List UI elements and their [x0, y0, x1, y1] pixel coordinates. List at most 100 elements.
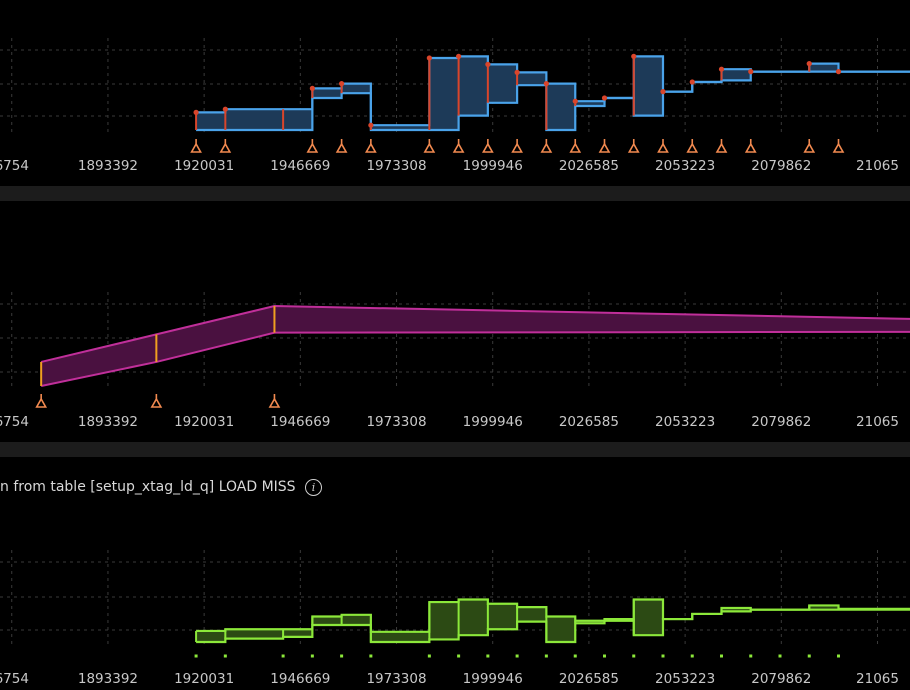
band-segment — [283, 109, 313, 130]
x-tick-label: 21065 — [856, 671, 899, 687]
band-segment — [633, 56, 663, 116]
x-tick-label: 1999946 — [463, 414, 523, 430]
event-marker-dot — [603, 654, 606, 658]
change-point-dot — [222, 106, 228, 112]
x-tick-label: 1946669 — [270, 671, 330, 687]
x-tick-label: 1893392 — [78, 671, 138, 687]
x-tick-label: 1973308 — [366, 158, 426, 174]
event-marker-icon — [744, 142, 757, 153]
x-tick-label: 1920031 — [174, 414, 234, 430]
x-tick-label: 1920031 — [174, 671, 234, 687]
event-marker-icon — [423, 142, 436, 153]
event-marker-dot — [340, 654, 344, 658]
band-segment — [487, 603, 518, 630]
change-point-dot — [572, 98, 578, 104]
band-segment — [633, 599, 663, 636]
event-marker-icon — [569, 142, 582, 153]
event-marker-icon — [686, 142, 699, 153]
change-point-dot — [748, 69, 754, 75]
change-point-dot — [718, 66, 725, 72]
event-marker-dot — [310, 654, 314, 658]
change-point-dot — [485, 61, 491, 67]
band-segment — [429, 58, 459, 130]
x-tick-label: 6754 — [0, 671, 29, 687]
event-marker-icon — [150, 397, 163, 408]
band-segment — [312, 616, 342, 625]
change-point-dot — [309, 85, 315, 91]
event-marker-dot — [515, 654, 519, 658]
event-marker-dot — [223, 654, 227, 658]
event-marker-icon — [540, 142, 553, 153]
timeline-charts: 6754 1893392 1920031 1946669 1973308 1999946 2… — [0, 38, 910, 687]
event-marker-icon — [598, 142, 611, 153]
event-marker-dot — [837, 654, 840, 658]
band-segment — [546, 616, 576, 642]
event-marker-dot — [573, 654, 577, 658]
x-tick-label: 1999946 — [463, 671, 523, 687]
x-tick-label: 1973308 — [366, 671, 426, 687]
event-marker-icon — [306, 142, 319, 153]
change-point-dot — [806, 61, 812, 67]
event-marker-icon — [268, 397, 281, 408]
x-tick-label: 2053223 — [655, 158, 715, 174]
band-segment — [312, 88, 342, 98]
band-segment — [517, 72, 547, 86]
x-tick-label: 1893392 — [78, 158, 138, 174]
x-tick-label: 6754 — [0, 414, 29, 430]
event-marker-dot — [632, 654, 636, 658]
event-marker-icon — [35, 397, 48, 408]
event-marker-dot — [690, 654, 694, 658]
x-tick-label: 2053223 — [655, 671, 715, 687]
event-marker-dot — [281, 654, 285, 658]
x-tick-label: 1946669 — [270, 414, 330, 430]
band-segment — [517, 607, 547, 622]
change-point-dot — [543, 81, 549, 87]
band-segment — [196, 112, 226, 130]
change-point-dot — [426, 55, 432, 61]
band-segment — [341, 83, 371, 94]
x-tick-label: 2079862 — [751, 158, 811, 174]
band-segment — [721, 69, 751, 81]
change-point-dot — [601, 95, 608, 101]
event-marker-icon — [219, 142, 232, 153]
change-point-dot — [514, 69, 520, 75]
band-segment — [196, 630, 226, 642]
x-tick-label: 1973308 — [366, 414, 426, 430]
event-marker-dot — [544, 654, 548, 658]
event-marker-dot — [807, 654, 811, 658]
event-marker-dot — [778, 654, 782, 658]
event-marker-icon — [832, 142, 845, 153]
x-tick-label: 1893392 — [78, 414, 138, 430]
event-marker-dot — [486, 654, 490, 658]
x-tick-label: 2026585 — [559, 671, 619, 687]
band-segment — [283, 629, 313, 637]
event-marker-icon — [715, 142, 728, 153]
event-marker-icon — [511, 142, 523, 153]
change-point-dot — [193, 109, 199, 115]
x-tick-label: 1920031 — [174, 158, 234, 174]
x-tick-label: 2026585 — [559, 158, 619, 174]
band-segment — [487, 64, 518, 103]
change-point-dot — [339, 81, 345, 87]
x-tick-label: 2053223 — [655, 414, 715, 430]
x-tick-label: 6754 — [0, 158, 29, 174]
band-segment — [458, 599, 488, 636]
event-marker-icon — [627, 142, 640, 153]
event-marker-icon — [190, 142, 202, 153]
event-marker-dot — [720, 654, 723, 658]
event-marker-dot — [369, 654, 373, 658]
x-tick-label: 2026585 — [559, 414, 619, 430]
event-marker-icon — [452, 142, 465, 153]
x-tick-label: 1999946 — [463, 158, 523, 174]
change-point-dot — [456, 53, 462, 60]
x-tick-label: 2079862 — [751, 671, 811, 687]
event-marker-dot — [749, 654, 753, 658]
event-marker-icon — [481, 142, 494, 153]
x-tick-label: 1946669 — [270, 158, 330, 174]
band-segment — [225, 109, 284, 130]
band-segment — [225, 629, 284, 639]
band-segment — [546, 83, 576, 130]
x-tick-label: 21065 — [856, 158, 899, 174]
change-point-dot — [368, 122, 374, 128]
band-segment — [370, 631, 430, 642]
